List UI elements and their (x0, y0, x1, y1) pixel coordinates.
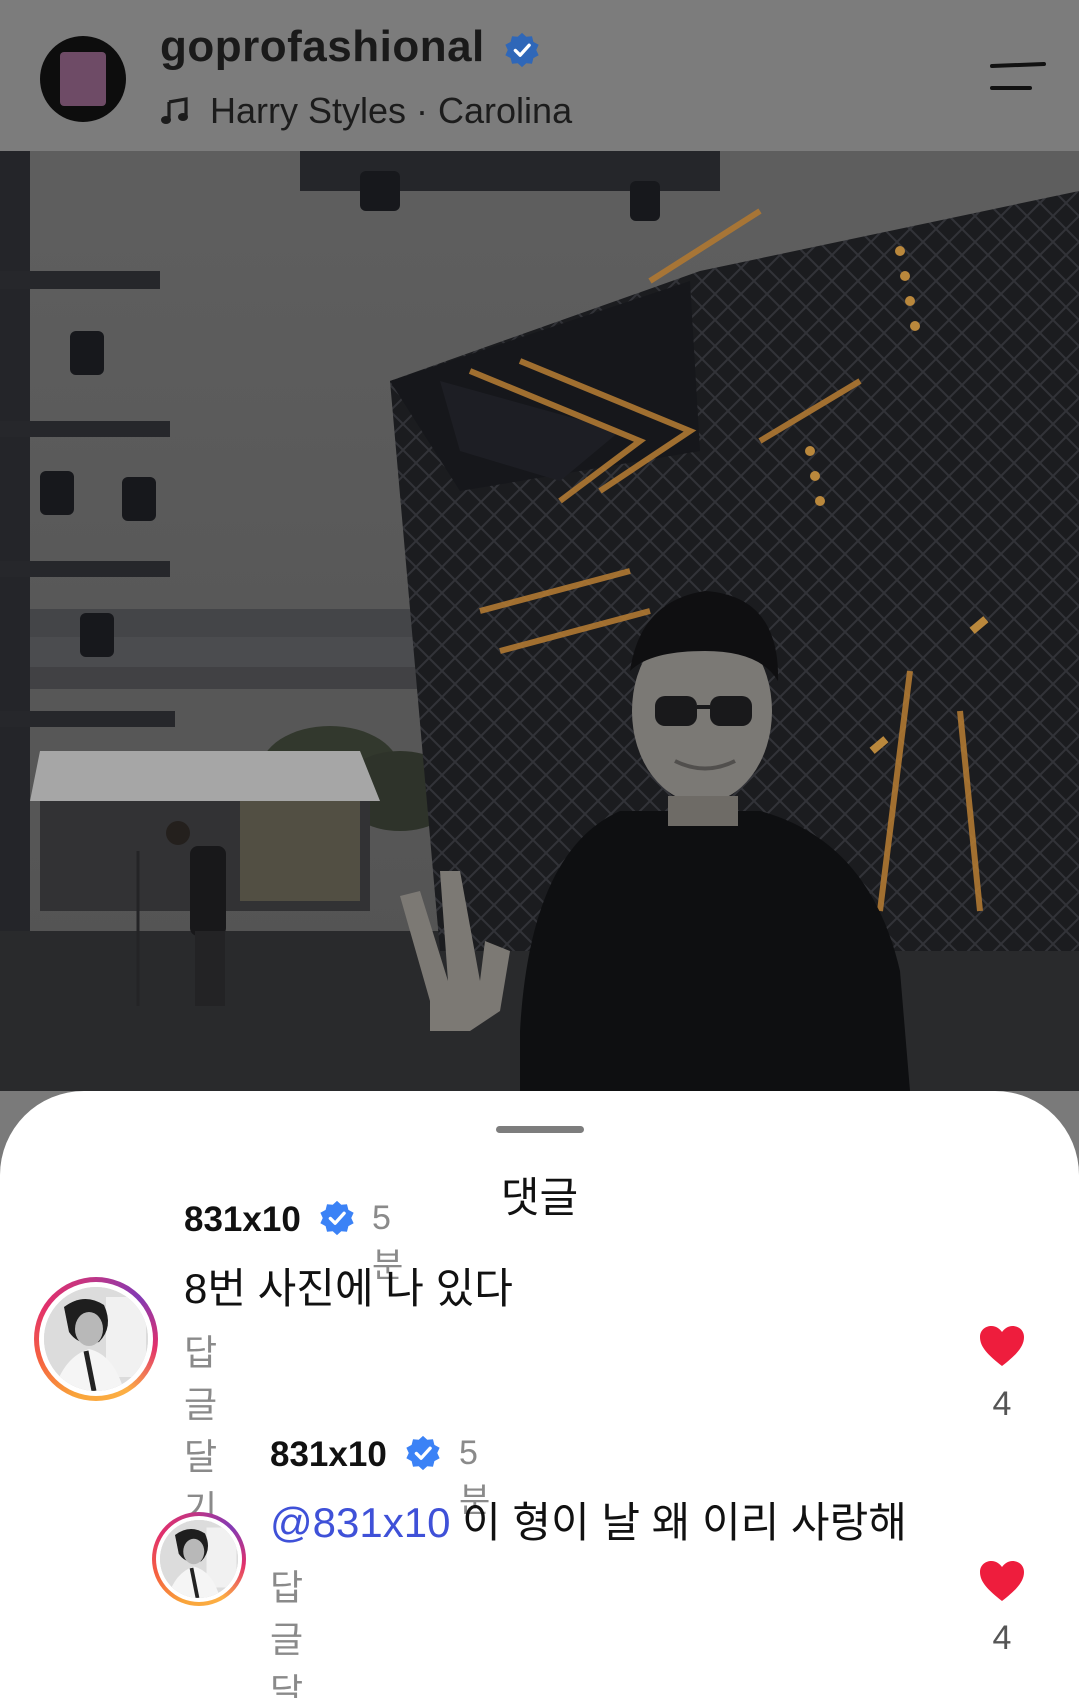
comments-sheet: 댓글 831x10 5분 8번 사진에 나 있다 답글 달기 4 831x10 … (0, 1091, 1079, 1698)
story-photo[interactable] (0, 151, 1079, 1091)
sheet-grabber[interactable] (496, 1126, 584, 1133)
comment-text: @831x10 이 형이 날 왜 이리 사랑해 (270, 1489, 907, 1550)
comment-body: 이 형이 날 왜 이리 사랑해 (450, 1499, 907, 1546)
like-count: 4 (992, 1385, 1012, 1423)
verified-badge-icon (320, 1200, 354, 1236)
reply-button[interactable]: 답글 달기 (184, 1324, 217, 1532)
commenter-avatar[interactable] (152, 1512, 246, 1606)
music-info[interactable]: Harry Styles · Carolina (160, 90, 572, 132)
reply-button[interactable]: 답글 달기 (270, 1559, 303, 1698)
comment-username[interactable]: 831x10 (270, 1435, 387, 1475)
story-header: goprofashional Harry Styles · Carolina (0, 0, 1079, 151)
story-screen: goprofashional Harry Styles · Carolina 댓… (0, 0, 1079, 1698)
sheet-title: 댓글 (500, 1174, 579, 1221)
music-title: Harry Styles · Carolina (210, 90, 573, 131)
comment-username[interactable]: 831x10 (184, 1200, 301, 1240)
heart-icon[interactable] (978, 1559, 1026, 1603)
concert-stage-photo (0, 151, 1079, 1091)
profile-username[interactable]: goprofashional (160, 22, 485, 72)
comment-text: 8번 사진에 나 있다 (184, 1265, 513, 1312)
commenter-avatar[interactable] (34, 1277, 158, 1401)
verified-badge-icon (406, 1435, 440, 1471)
verified-badge-icon (505, 32, 539, 68)
mention-link[interactable]: @831x10 (270, 1499, 450, 1546)
heart-icon[interactable] (978, 1324, 1026, 1368)
like-count: 4 (992, 1619, 1012, 1657)
music-note-icon (161, 97, 188, 124)
menu-icon[interactable] (988, 60, 1048, 96)
profile-avatar[interactable] (40, 36, 126, 122)
